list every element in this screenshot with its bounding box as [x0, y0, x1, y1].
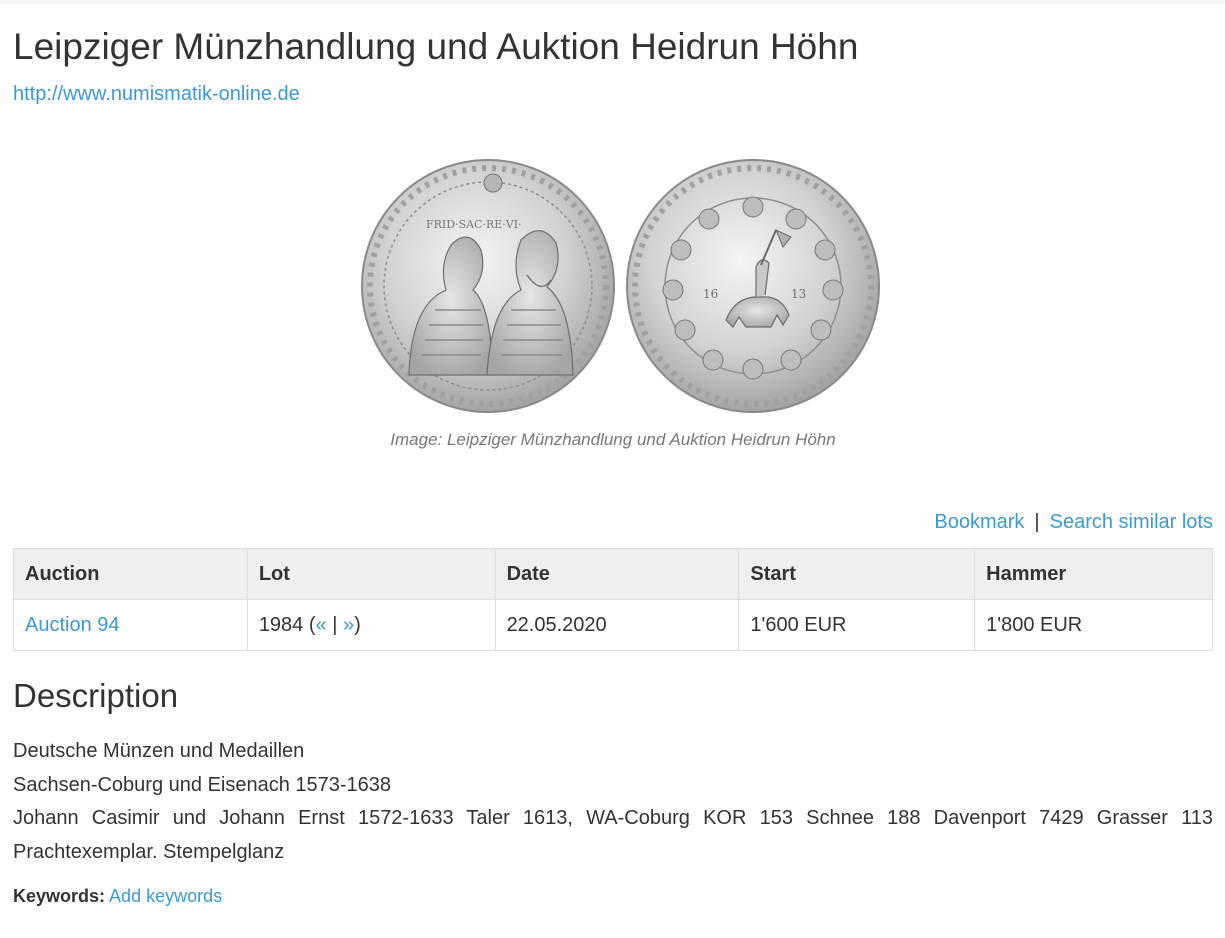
table-header-row: Auction Lot Date Start Hammer [13, 548, 1213, 600]
coin-image[interactable]: FRID·SAC·RE·VI· 16 13 [351, 155, 891, 417]
obverse-legend-text: FRID·SAC·RE·VI· [426, 218, 522, 231]
lot-close-paren: ) [354, 613, 361, 636]
image-caption: Image: Leipziger Münzhandlung und Auktio… [390, 430, 836, 449]
description-line: Prachtexemplar. Stempelglanz [13, 840, 285, 863]
next-lot-link[interactable]: » [343, 614, 354, 636]
lot-actions: Bookmark | Search similar lots [934, 509, 1213, 535]
lot-cell: 1984 (« | ») [246, 599, 496, 651]
column-header-lot: Lot [246, 548, 496, 600]
lot-details-table: Auction Lot Date Start Hammer Auction 94… [13, 548, 1213, 651]
page-title: Leipziger Münzhandlung und Auktion Heidr… [13, 26, 859, 67]
search-similar-lots-link[interactable]: Search similar lots [1050, 511, 1213, 533]
auction-link[interactable]: Auction 94 [25, 614, 120, 636]
add-keywords-link[interactable]: Add keywords [109, 886, 222, 906]
date-cell: 22.05.2020 [494, 599, 740, 651]
lot-nav-separator: | [326, 613, 343, 636]
description-text: Deutsche Münzen und Medaillen Sachsen-Co… [13, 735, 1213, 869]
coin-reverse: 16 13 [626, 159, 880, 413]
auction-house-website-link[interactable]: http://www.numismatik-online.de [13, 82, 300, 106]
keywords-row: Keywords: Add keywords [13, 885, 222, 907]
keywords-label: Keywords: [13, 886, 106, 906]
actions-separator: | [1034, 511, 1040, 533]
coin-illustration: FRID·SAC·RE·VI· 16 13 [361, 159, 880, 413]
coin-obverse: FRID·SAC·RE·VI· [361, 159, 615, 413]
reverse-year-left: 16 [703, 287, 718, 301]
description-line: Sachsen-Coburg und Eisenach 1573-1638 [13, 773, 392, 796]
description-line: Deutsche Münzen und Medaillen [13, 740, 305, 762]
start-price-cell: 1'600 EUR [738, 599, 976, 651]
description-heading: Description [13, 677, 179, 714]
lot-number: 1984 ( [258, 613, 316, 636]
column-header-auction: Auction [13, 548, 248, 600]
bookmark-link[interactable]: Bookmark [934, 511, 1024, 533]
table-row: Auction 94 1984 (« | ») 22.05.2020 1'600… [13, 599, 1213, 651]
column-header-hammer: Hammer [974, 548, 1213, 600]
auction-cell: Auction 94 [13, 599, 248, 651]
column-header-start: Start [738, 548, 976, 600]
top-shadow-bar [0, 0, 1225, 6]
reverse-year-right: 13 [791, 287, 806, 301]
hammer-price-cell: 1'800 EUR [974, 599, 1213, 651]
description-line: Johann Casimir und Johann Ernst 1572-163… [13, 807, 1213, 829]
previous-lot-link[interactable]: « [316, 614, 327, 636]
column-header-date: Date [494, 548, 740, 600]
